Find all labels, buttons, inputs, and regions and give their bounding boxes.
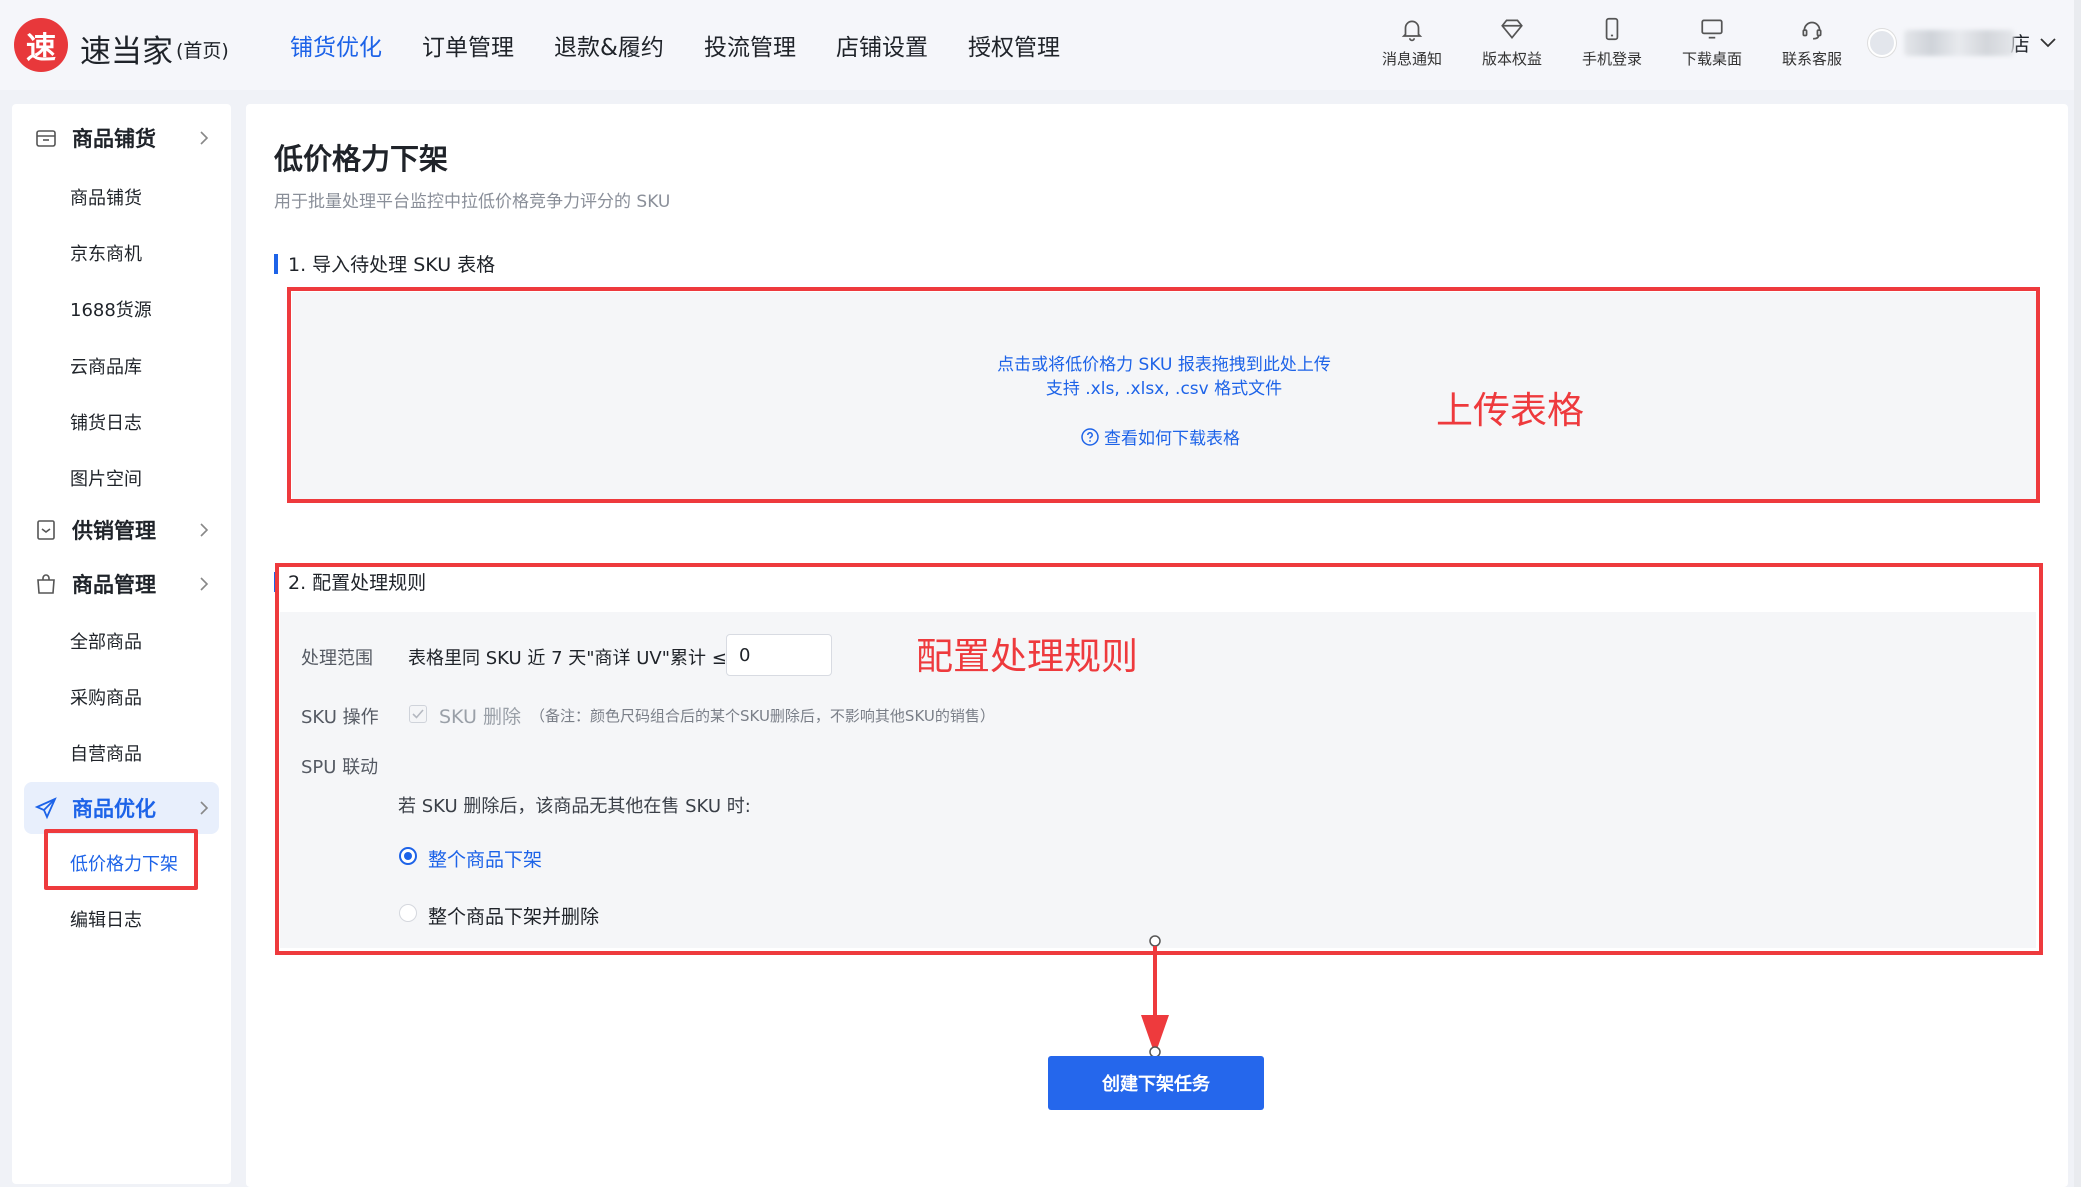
topnav-item-orders[interactable]: 订单管理 (422, 28, 514, 62)
tool-download-desktop[interactable]: 下载桌面 (1662, 14, 1762, 69)
sku-delete-note: （备注：颜色尺码组合后的某个SKU删除后，不影响其他SKU的销售） (530, 707, 995, 725)
sidebar-group-products[interactable]: 商品管理 (24, 558, 219, 610)
spu-link-label: SPU 联动 (301, 757, 379, 778)
option-delist-delete-radio[interactable] (399, 904, 417, 922)
user-name-redacted (1904, 29, 2014, 56)
option-delist-delete-label[interactable]: 整个商品下架并删除 (428, 902, 599, 929)
brand-name[interactable]: 速当家 (80, 26, 173, 71)
bell-icon (1401, 20, 1423, 42)
sidebar-item-jd-opportunities[interactable]: 京东商机 (70, 240, 142, 266)
headset-icon (1802, 21, 1822, 40)
sku-delete-label: SKU 删除 (439, 706, 521, 728)
user-menu[interactable]: 店 (1868, 28, 2056, 57)
send-icon (34, 797, 57, 820)
create-delist-task-button[interactable]: 创建下架任务 (1048, 1056, 1264, 1110)
store-icon (36, 130, 56, 147)
section-marker (274, 253, 278, 274)
uv-threshold-input[interactable] (726, 634, 832, 676)
topnav-item-distribution-optimize[interactable]: 铺货优化 (290, 28, 382, 62)
chevron-right-icon (200, 131, 209, 145)
sku-delete-checkbox[interactable] (409, 705, 427, 723)
topnav-item-auth[interactable]: 授权管理 (968, 28, 1060, 62)
tool-phone-login[interactable]: 手机登录 (1562, 14, 1662, 69)
option-delist-radio[interactable] (399, 847, 417, 865)
annotation-rules-label: 配置处理规则 (916, 635, 1138, 678)
sidebar-item-image-space[interactable]: 图片空间 (70, 465, 142, 491)
topnav-item-store-settings[interactable]: 店铺设置 (836, 28, 928, 62)
avatar (1868, 28, 1896, 57)
chevron-right-icon (200, 577, 209, 591)
option-delist-label[interactable]: 整个商品下架 (428, 845, 542, 872)
sidebar-item-all-products[interactable]: 全部商品 (70, 628, 142, 654)
diamond-icon (1501, 19, 1523, 40)
scope-condition-text: 表格里同 SKU 近 7 天"商详 UV"累计 ≤ (408, 648, 727, 669)
sidebar-item-distribution[interactable]: 商品铺货 (70, 184, 142, 210)
sidebar-item-distribution-log[interactable]: 铺货日志 (70, 409, 142, 435)
top-header: 速 速当家 (首页) 铺货优化 订单管理 退款&履约 投流管理 店铺设置 授权管… (0, 0, 2081, 90)
page-title: 低价格力下架 (274, 142, 449, 176)
sidebar: 商品铺货 商品铺货 京东商机 1688货源 云商品库 铺货日志 图片空间 供销管… (12, 104, 231, 1184)
brand-home-label[interactable]: (首页) (176, 36, 229, 63)
spu-question: 若 SKU 删除后，该商品无其他在售 SKU 时: (398, 796, 751, 817)
annotation-box-upload (287, 287, 2040, 503)
top-nav: 铺货优化 订单管理 退款&履约 投流管理 店铺设置 授权管理 (290, 28, 1100, 62)
bag-icon (37, 574, 55, 594)
sidebar-item-own-products[interactable]: 自营商品 (70, 740, 142, 766)
sidebar-item-1688-source[interactable]: 1688货源 (70, 296, 152, 322)
brand-logo[interactable]: 速 (14, 18, 68, 72)
tool-version[interactable]: 版本权益 (1462, 14, 1562, 69)
sidebar-group-supply[interactable]: 供销管理 (24, 504, 219, 556)
check-icon (412, 709, 424, 719)
sidebar-item-purchased-products[interactable]: 采购商品 (70, 684, 142, 710)
window-edge (2074, 0, 2081, 1187)
tool-support[interactable]: 联系客服 (1762, 14, 1862, 69)
step1-title: 1. 导入待处理 SKU 表格 (274, 250, 495, 277)
annotation-upload-label: 上传表格 (1436, 389, 1584, 432)
sku-operation-label: SKU 操作 (301, 707, 379, 728)
chevron-down-icon (2040, 37, 2056, 47)
page-description: 用于批量处理平台监控中拉低价格竞争力评分的 SKU (274, 192, 671, 212)
sidebar-group-optimization[interactable]: 商品优化 (24, 782, 219, 834)
sidebar-item-cloud-library[interactable]: 云商品库 (70, 353, 142, 379)
topnav-item-ads[interactable]: 投流管理 (704, 28, 796, 62)
chevron-right-icon (200, 801, 209, 815)
tool-notifications[interactable]: 消息通知 (1362, 14, 1462, 69)
annotation-box-sidebar (44, 829, 198, 890)
scope-label: 处理范围 (301, 648, 373, 669)
box-icon (37, 520, 55, 540)
annotation-box-rules (275, 563, 2043, 955)
header-tools: 消息通知 版本权益 手机登录 下载桌面 联系客服 (1362, 14, 1862, 69)
chevron-right-icon (200, 523, 209, 537)
sidebar-item-edit-log[interactable]: 编辑日志 (70, 906, 142, 932)
topnav-item-refund[interactable]: 退款&履约 (554, 28, 664, 62)
sidebar-group-distribution[interactable]: 商品铺货 (24, 112, 219, 164)
monitor-icon (1701, 19, 1723, 39)
annotation-arrow (1141, 935, 1169, 1058)
phone-icon (1605, 17, 1619, 41)
